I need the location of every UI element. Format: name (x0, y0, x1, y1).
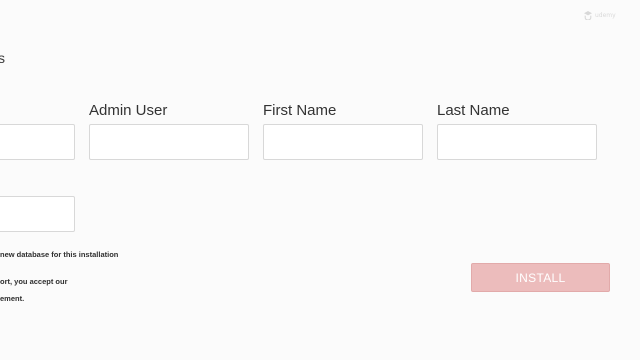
install-button-label: INSTALL (515, 270, 566, 285)
partial-input-row1[interactable] (0, 124, 75, 160)
install-button[interactable]: INSTALL (471, 263, 610, 292)
udemy-logo-icon (584, 11, 592, 20)
new-database-note: new database for this installation (0, 250, 119, 259)
last-name-label: Last Name (437, 102, 510, 119)
partial-input-row2[interactable] (0, 196, 75, 232)
install-form-page: udemy s Admin User First Name Last Name … (0, 0, 640, 360)
last-name-input[interactable] (437, 124, 597, 160)
watermark: udemy (584, 11, 616, 20)
first-name-input[interactable] (263, 124, 423, 160)
watermark-text: udemy (595, 12, 616, 19)
admin-user-label: Admin User (89, 102, 168, 119)
agreement-note-line2: ement. (0, 294, 25, 303)
admin-user-input[interactable] (89, 124, 249, 160)
agreement-note-line1: ort, you accept our (0, 277, 68, 286)
section-heading: s (0, 50, 5, 66)
first-name-label: First Name (263, 102, 337, 119)
